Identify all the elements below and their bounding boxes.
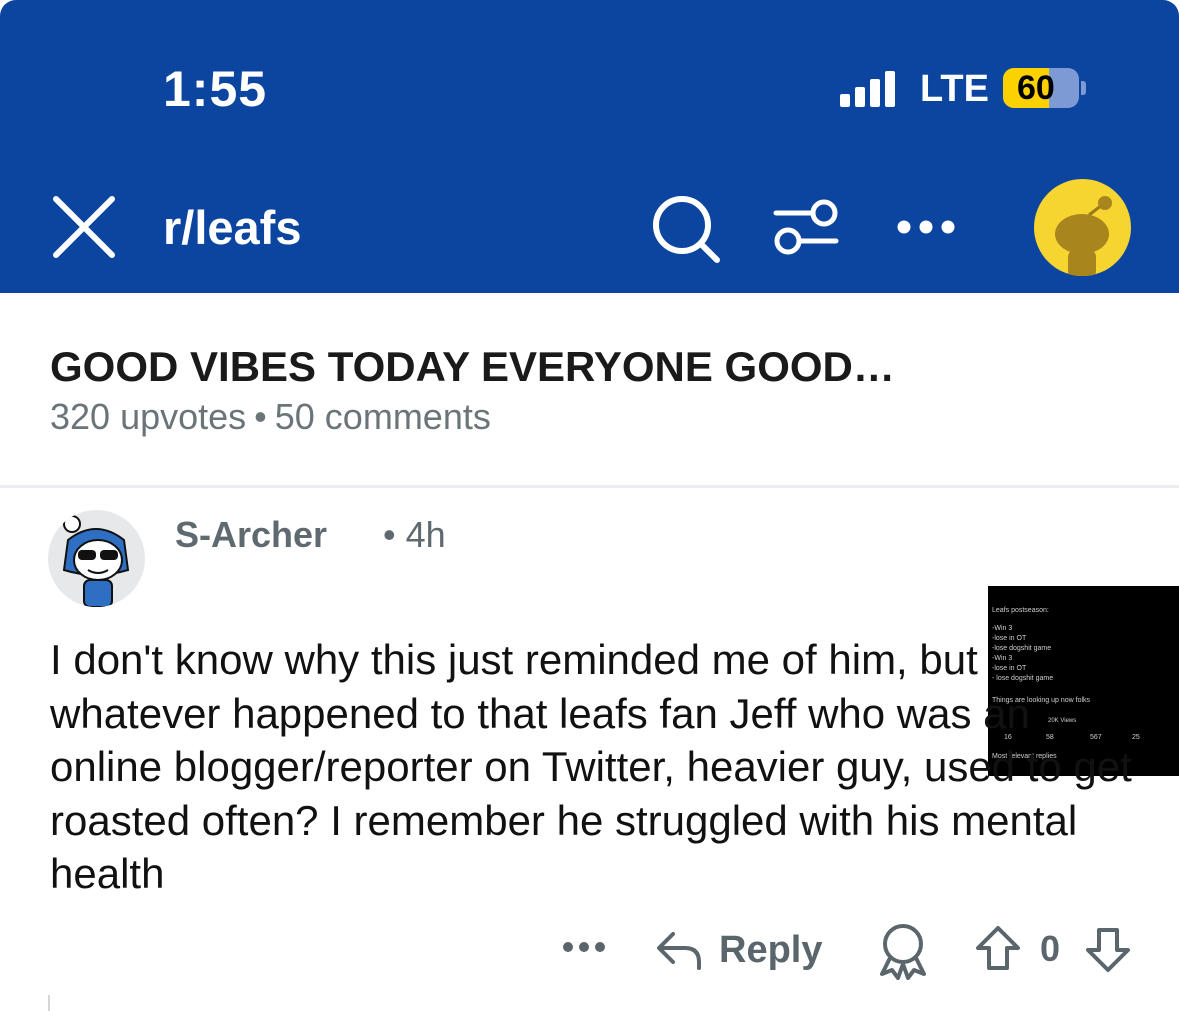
cellular-signal-icon	[840, 71, 895, 107]
award-icon[interactable]	[876, 922, 930, 980]
close-icon[interactable]	[50, 193, 118, 261]
snoo-avatar-icon	[1055, 196, 1112, 276]
user-avatar[interactable]	[1034, 179, 1131, 276]
battery-percent: 60	[1017, 69, 1055, 107]
post-title[interactable]: GOOD VIBES TODAY EVERYONE GOOD…	[50, 343, 895, 391]
comment-avatar[interactable]	[48, 510, 145, 607]
comment-author[interactable]: S-Archer	[175, 514, 327, 556]
comment-age-value: 4h	[405, 514, 446, 555]
battery-tip	[1081, 81, 1086, 95]
post-meta: 320 upvotes • 50 comments	[50, 396, 491, 438]
status-time: 1:55	[163, 61, 268, 117]
thumb-line: Leafs postseason:	[992, 607, 1049, 614]
reply-icon	[657, 932, 701, 970]
meta-separator: •	[383, 514, 396, 555]
thread-line	[48, 995, 50, 1011]
search-icon[interactable]	[650, 193, 722, 265]
comment-body: I don't know why this just reminded me o…	[50, 636, 1132, 897]
more-icon[interactable]	[895, 212, 957, 242]
reply-button[interactable]: Reply	[655, 920, 822, 980]
comment-count: 50 comments	[274, 396, 491, 437]
downvote-icon[interactable]	[1084, 926, 1132, 974]
upvote-count: 320 upvotes	[50, 396, 247, 437]
more-icon[interactable]	[562, 932, 606, 962]
upvote-icon[interactable]	[974, 924, 1022, 972]
reply-label: Reply	[719, 928, 823, 971]
battery-indicator: 60	[1003, 68, 1079, 108]
network-type: LTE	[920, 68, 989, 110]
vote-score: 0	[1040, 928, 1061, 969]
app-header: 1:55 LTE 60 r/leafs	[0, 0, 1179, 293]
subreddit-title: r/leafs	[163, 201, 302, 254]
meta-separator: •	[254, 396, 267, 437]
snoo-avatar-icon	[62, 515, 130, 607]
comment-age: • 4h	[383, 514, 446, 556]
filter-icon[interactable]	[770, 195, 842, 259]
